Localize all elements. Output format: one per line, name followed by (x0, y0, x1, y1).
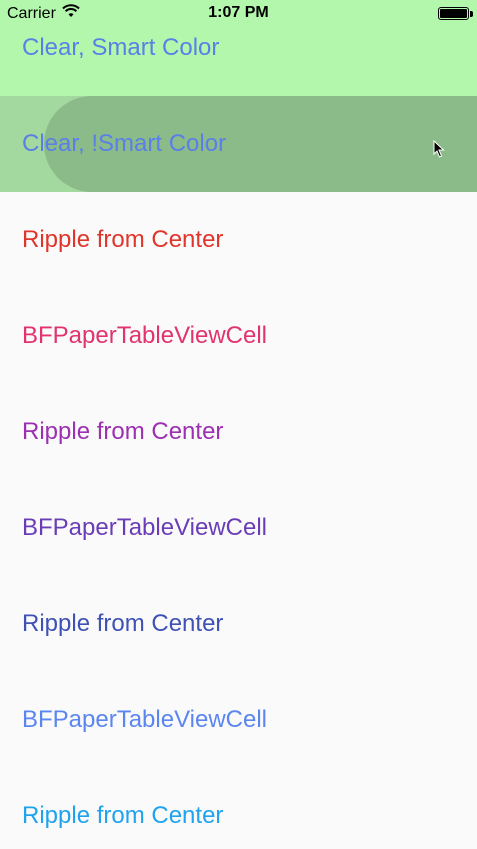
battery-fill (440, 9, 467, 18)
status-time: 1:07 PM (208, 4, 269, 21)
battery-icon (438, 7, 469, 20)
cell-label: Ripple from Center (22, 610, 224, 637)
table-cell[interactable]: Ripple from Center (0, 384, 477, 480)
cell-label: Clear, Smart Color (22, 34, 220, 61)
mouse-cursor-icon (433, 139, 445, 163)
battery-tip (470, 11, 473, 17)
table-cell[interactable]: Ripple from Center (0, 192, 477, 288)
table-cell[interactable]: BFPaperTableViewCell (0, 672, 477, 768)
table-cell[interactable]: Clear, !Smart Color (0, 96, 477, 192)
cell-label: BFPaperTableViewCell (22, 706, 268, 733)
table-cell[interactable]: Ripple from Center (0, 576, 477, 672)
cell-label: Ripple from Center (22, 226, 224, 253)
cell-label: Ripple from Center (22, 802, 224, 829)
cell-label: BFPaperTableViewCell (22, 322, 268, 349)
table-cell[interactable]: BFPaperTableViewCell (0, 288, 477, 384)
table-cell[interactable]: Ripple from Center (0, 768, 477, 849)
status-bar: Carrier 1:07 PM (0, 0, 477, 28)
table-cell[interactable]: BFPaperTableViewCell (0, 480, 477, 576)
cell-label: Ripple from Center (22, 418, 224, 445)
cell-label: BFPaperTableViewCell (22, 514, 268, 541)
app-screen: Carrier 1:07 PM Clear, Smart Color Clear… (0, 0, 477, 849)
cell-label: Clear, !Smart Color (22, 130, 227, 157)
